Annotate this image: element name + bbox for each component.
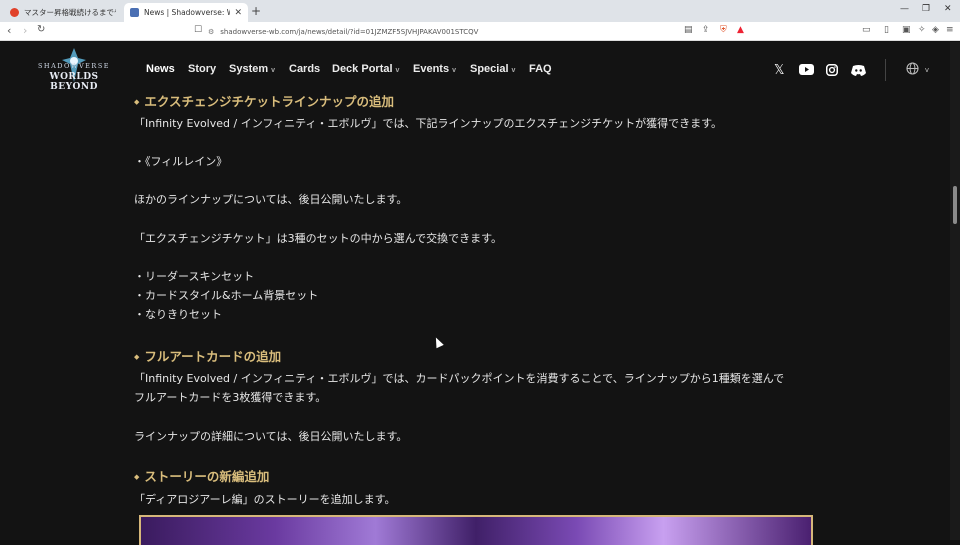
language-selector[interactable]: v (906, 62, 929, 78)
site-logo[interactable]: SHADOWVERSE WORLDS BEYOND (24, 48, 124, 92)
nav-events-label: Events (413, 63, 450, 75)
globe-icon (906, 62, 919, 75)
heading-text: ストーリーの新編追加 (144, 469, 270, 484)
close-window-button[interactable]: ✕ (944, 4, 952, 14)
shadowverse-favicon-icon (130, 8, 139, 17)
wallet-icon[interactable]: ▣ (902, 25, 911, 35)
story-artwork-image (139, 515, 813, 545)
page-scrollbar[interactable] (950, 42, 960, 540)
nav-special-label: Special (470, 63, 509, 75)
diamond-icon: ◆ (134, 473, 140, 481)
nav-news[interactable]: News (146, 63, 175, 75)
list-item: ・《フィルレイン》 (134, 155, 228, 168)
paragraph: 「Infinity Evolved / インフィニティ・エボルヴ」では、下記ライ… (134, 117, 723, 130)
heading-text: フルアートカードの追加 (144, 349, 282, 364)
nav-cards[interactable]: Cards (289, 63, 320, 75)
discord-icon[interactable] (851, 65, 866, 80)
restore-button[interactable]: ❐ (922, 4, 930, 14)
chevron-down-icon: v (395, 67, 400, 74)
reload-icon[interactable]: ↻ (37, 24, 45, 35)
sidebar-icon[interactable]: ▭ (862, 25, 871, 35)
forward-icon[interactable]: › (23, 24, 27, 37)
site-header: SHADOWVERSE WORLDS BEYOND News Story Sys… (0, 42, 960, 98)
scrollbar-thumb[interactable] (953, 186, 957, 224)
paragraph: フルアートカードを3枚獲得できます。 (134, 391, 327, 404)
logo-line1: SHADOWVERSE (37, 62, 111, 70)
nav-events[interactable]: Events v (413, 63, 456, 75)
site-info-icon[interactable]: ⚙ (208, 28, 214, 36)
nav-deck-portal-label: Deck Portal (332, 63, 393, 75)
diamond-icon: ◆ (134, 353, 140, 361)
nav-system[interactable]: System v (229, 63, 275, 75)
list-item: ・なりきりセット (134, 308, 222, 321)
youtube-icon[interactable] (799, 64, 814, 79)
menu-icon[interactable]: ≡ (946, 25, 954, 35)
tab-title: News | Shadowverse: Worlds Be (144, 8, 231, 17)
tab-close-icon[interactable]: ✕ (234, 8, 242, 18)
back-icon[interactable]: ‹ (7, 24, 11, 37)
openrec-favicon-icon (10, 8, 19, 17)
browser-tab-openrec[interactable]: マスター昇格戦続けるまでやる | OPENREC (4, 3, 122, 22)
paragraph: ほかのラインナップについては、後日公開いたします。 (134, 193, 408, 206)
minimize-button[interactable]: — (900, 4, 909, 14)
rewards-icon[interactable]: ▲ (737, 25, 744, 35)
heading-text: エクスチェンジチケットラインナップの追加 (144, 94, 395, 109)
logo-line2: WORLDS BEYOND (49, 72, 99, 92)
list-item: ・リーダースキンセット (134, 270, 255, 283)
nav-deck-portal[interactable]: Deck Portal v (332, 63, 399, 75)
bookmark-icon[interactable]: ☐ (194, 25, 202, 35)
x-icon[interactable]: 𝕏 (774, 63, 784, 78)
new-tab-button[interactable]: + (251, 4, 261, 18)
nav-system-label: System (229, 63, 269, 75)
section-heading: ◆ エクスチェンジチケットラインナップの追加 (134, 91, 394, 110)
browser-tab-strip: マスター昇格戦続けるまでやる | OPENREC News | Shadowve… (0, 0, 960, 22)
vpn-icon[interactable]: ◈ (932, 25, 939, 35)
header-divider (885, 59, 886, 81)
section-heading: ◆ ストーリーの新編追加 (134, 466, 269, 485)
brave-shield-icon[interactable]: ⛨ (720, 25, 727, 35)
section-heading: ◆ フルアートカードの追加 (134, 346, 281, 365)
reader-icon[interactable]: ▤ (684, 25, 693, 35)
url-field[interactable]: ⚙ shadowverse-wb.com/ja/news/detail/?id=… (208, 24, 748, 39)
diamond-icon: ◆ (134, 98, 140, 106)
nav-faq[interactable]: FAQ (529, 63, 552, 75)
tab-title: マスター昇格戦続けるまでやる | OPENREC (24, 8, 116, 17)
nav-special[interactable]: Special v (470, 63, 515, 75)
instagram-icon[interactable] (826, 64, 838, 80)
paragraph: 「ディアロジアーレ編」のストーリーを追加します。 (134, 493, 396, 506)
chevron-down-icon: v (511, 67, 516, 74)
url-text: shadowverse-wb.com/ja/news/detail/?id=01… (220, 27, 479, 36)
leo-icon[interactable]: ✧ (918, 25, 926, 35)
address-bar: ‹ › ↻ ☐ ⚙ shadowverse-wb.com/ja/news/det… (0, 22, 960, 41)
paragraph: 「Infinity Evolved / インフィニティ・エボルヴ」では、カードパ… (134, 372, 785, 385)
list-item: ・カードスタイル&ホーム背景セット (134, 289, 319, 302)
article-body: ◆ エクスチェンジチケットラインナップの追加 「Infinity Evolved … (0, 94, 950, 545)
chevron-down-icon: v (924, 66, 929, 74)
paragraph: ラインナップの詳細については、後日公開いたします。 (134, 430, 408, 443)
share-icon[interactable]: ⇪ (702, 25, 710, 35)
chevron-down-icon: v (271, 67, 276, 74)
nav-story[interactable]: Story (188, 63, 216, 75)
chevron-down-icon: v (452, 67, 456, 74)
split-view-icon[interactable]: ▯ (884, 25, 889, 35)
browser-tab-shadowverse[interactable]: News | Shadowverse: Worlds Be ✕ (124, 3, 248, 22)
paragraph: 「エクスチェンジチケット」は3種のセットの中から選んで交換できます。 (134, 232, 503, 245)
